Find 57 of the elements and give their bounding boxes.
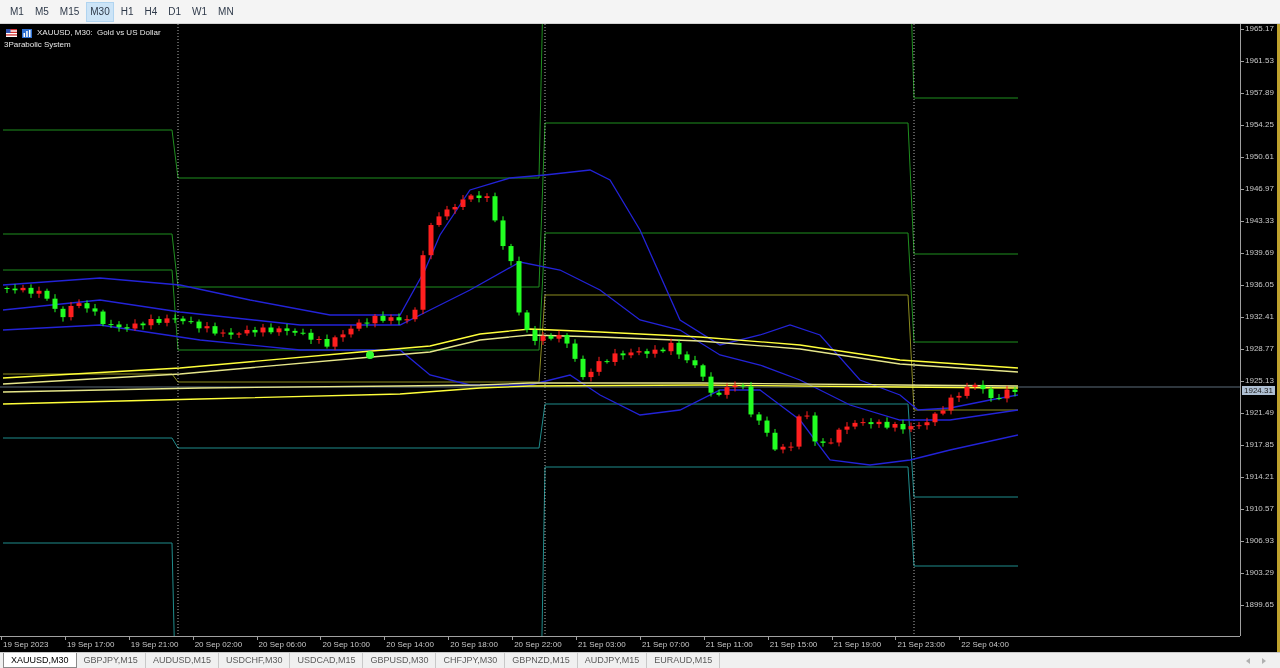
time-label: 21 Sep 11:00 bbox=[704, 640, 754, 650]
symbol-tab[interactable]: USDCHF,M30 bbox=[218, 653, 291, 668]
timeframe-button[interactable]: D1 bbox=[164, 1, 186, 22]
timeframe-button[interactable]: H4 bbox=[140, 1, 162, 22]
symbol-tab[interactable]: AUDJPY,M15 bbox=[577, 653, 648, 668]
timeframe-button[interactable]: W1 bbox=[188, 1, 212, 22]
symbol-tab[interactable]: EURAUD,M15 bbox=[647, 653, 721, 668]
time-label: 19 Sep 21:00 bbox=[129, 640, 180, 650]
time-label: 20 Sep 22:00 bbox=[513, 640, 563, 650]
timeframe-button[interactable]: H1 bbox=[116, 1, 138, 22]
price-label: 1917.85 bbox=[1245, 440, 1274, 450]
price-label: 1932.41 bbox=[1245, 312, 1274, 322]
timeframe-button[interactable]: MN bbox=[214, 1, 238, 22]
price-label: 1903.29 bbox=[1245, 568, 1274, 578]
symbol-tab[interactable]: AUDUSD,M15 bbox=[145, 653, 219, 668]
time-label: 21 Sep 23:00 bbox=[896, 640, 947, 650]
time-label: 20 Sep 10:00 bbox=[321, 640, 372, 650]
price-label: 1957.89 bbox=[1245, 88, 1274, 98]
price-label: 1925.13 bbox=[1245, 376, 1274, 386]
timeframe-button[interactable]: M15 bbox=[55, 1, 84, 22]
price-label: 1928.77 bbox=[1245, 344, 1274, 354]
current-price-label: 1924.31 bbox=[1242, 386, 1275, 395]
price-label: 1943.33 bbox=[1245, 216, 1274, 226]
timeframe-button[interactable]: M1 bbox=[6, 1, 28, 22]
time-label: 20 Sep 14:00 bbox=[385, 640, 435, 650]
symbol-tab[interactable]: XAUUSD,M30 bbox=[3, 653, 77, 668]
time-label: 19 Sep 17:00 bbox=[65, 640, 116, 650]
symbol-tab[interactable]: GBPNZD,M15 bbox=[505, 653, 578, 668]
symbol-tab[interactable]: CHFJPY,M30 bbox=[436, 653, 506, 668]
time-label: 21 Sep 19:00 bbox=[832, 640, 883, 650]
time-label: 21 Sep 15:00 bbox=[768, 640, 819, 650]
time-label: 21 Sep 03:00 bbox=[577, 640, 627, 650]
price-label: 1939.69 bbox=[1245, 248, 1274, 258]
timeframe-button[interactable]: M5 bbox=[30, 1, 53, 22]
time-label: 19 Sep 2023 bbox=[2, 640, 50, 650]
symbol-tab[interactable]: GBPUSD,M30 bbox=[363, 653, 437, 668]
time-label: 20 Sep 18:00 bbox=[449, 640, 499, 650]
price-label: 1946.97 bbox=[1245, 184, 1274, 194]
price-label: 1910.57 bbox=[1245, 504, 1274, 514]
symbol-tab[interactable]: GBPJPY,M15 bbox=[76, 653, 146, 668]
price-label: 1965.17 bbox=[1245, 24, 1274, 34]
timeframe-button[interactable]: M30 bbox=[86, 1, 114, 22]
price-label: 1961.53 bbox=[1245, 56, 1274, 66]
price-label: 1950.61 bbox=[1245, 152, 1274, 162]
time-label: 20 Sep 02:00 bbox=[193, 640, 244, 650]
price-label: 1936.05 bbox=[1245, 280, 1274, 290]
time-label: 22 Sep 04:00 bbox=[960, 640, 1010, 650]
scroll-left-icon[interactable] bbox=[1246, 657, 1250, 664]
time-label: 20 Sep 06:00 bbox=[257, 640, 308, 650]
time-label: 21 Sep 07:00 bbox=[640, 640, 691, 650]
price-label: 1914.21 bbox=[1245, 472, 1274, 482]
price-label: 1954.25 bbox=[1245, 120, 1274, 130]
price-label: 1921.49 bbox=[1245, 408, 1274, 418]
symbol-tab[interactable]: USDCAD,M15 bbox=[290, 653, 364, 668]
price-label: 1906.93 bbox=[1245, 536, 1274, 546]
price-label: 1899.65 bbox=[1245, 600, 1274, 610]
scroll-right-icon[interactable] bbox=[1262, 657, 1266, 664]
